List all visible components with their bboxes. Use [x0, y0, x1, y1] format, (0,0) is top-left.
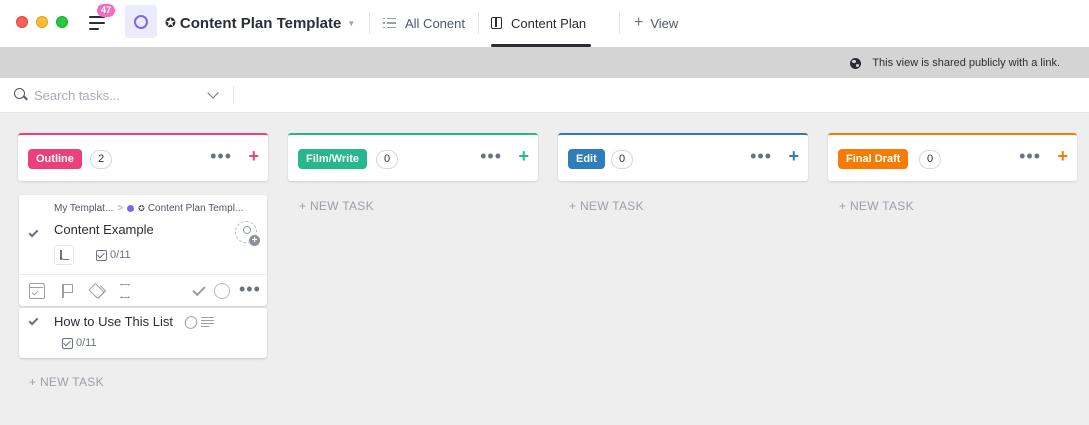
add-assignee-icon[interactable] — [235, 221, 260, 246]
breadcrumb-separator: > — [117, 203, 124, 214]
maximize-window-button[interactable] — [56, 16, 68, 28]
breadcrumb: My Templat... > ✪ Content Plan Templ... — [54, 203, 243, 214]
complete-check-icon[interactable] — [28, 227, 39, 238]
new-task-button[interactable]: + NEW TASK — [299, 199, 374, 213]
template-star-icon: ✪ — [138, 204, 145, 213]
space-color-dot — [127, 205, 135, 212]
mark-complete-icon[interactable] — [191, 283, 207, 299]
tab-all-content[interactable]: All Conent — [383, 12, 465, 34]
breadcrumb-folder[interactable]: Content Plan Templ... — [148, 203, 243, 214]
subtasks-icon[interactable] — [54, 245, 74, 265]
search-bar — [0, 78, 1089, 113]
complete-check-icon[interactable] — [28, 315, 39, 326]
board-column-edit: Edit 0 ••• + + NEW TASK — [558, 133, 808, 213]
divider — [233, 86, 234, 104]
tag-icon[interactable] — [87, 283, 105, 299]
checklist-icon — [62, 337, 73, 349]
template-star-icon: ✪ — [165, 15, 176, 30]
time-estimate-icon[interactable] — [119, 283, 131, 299]
add-task-icon[interactable]: + — [248, 147, 259, 165]
checklist-progress[interactable]: 0/11 — [62, 337, 97, 349]
add-view-button[interactable]: + View — [634, 12, 678, 34]
priority-flag-icon[interactable] — [60, 283, 76, 299]
new-task-button[interactable]: + NEW TASK — [569, 199, 644, 213]
status-tag: Outline — [28, 149, 82, 169]
breadcrumb-list[interactable]: My Templat... — [54, 203, 113, 214]
divider — [369, 12, 370, 34]
page-title: Content Plan Template — [179, 14, 342, 32]
card-action-bar: ••• — [19, 274, 267, 306]
add-task-icon[interactable]: + — [788, 147, 799, 165]
plus-icon: + — [634, 14, 644, 31]
status-tag: Film/Write — [298, 149, 367, 169]
tab-label: Content Plan — [511, 15, 587, 31]
column-header: Edit 0 ••• + — [558, 133, 808, 181]
checklist-count: 0/11 — [110, 249, 131, 261]
minimize-window-button[interactable] — [36, 16, 48, 28]
add-task-icon[interactable]: + — [518, 147, 529, 165]
task-name[interactable]: How to Use This List — [54, 314, 173, 329]
more-options-icon[interactable]: ••• — [480, 147, 502, 165]
task-count: 2 — [90, 150, 112, 169]
search-options-chevron-icon[interactable] — [207, 87, 219, 99]
description-icon — [201, 317, 214, 328]
more-options-icon[interactable]: ••• — [750, 147, 772, 165]
column-header: Outline 2 ••• + — [18, 133, 268, 181]
tab-label: All Conent — [405, 15, 465, 31]
checklist-icon — [96, 249, 107, 261]
status-tag: Final Draft — [838, 149, 909, 169]
more-options-icon[interactable]: ••• — [239, 280, 260, 298]
checklist-count: 0/11 — [76, 337, 97, 349]
search-icon — [14, 88, 25, 99]
board-column-final-draft: Final Draft 0 ••• + + NEW TASK — [828, 133, 1077, 213]
search-input[interactable] — [34, 86, 204, 104]
board-column-outline: Outline 2 ••• + My Templat... > ✪ Conten… — [18, 133, 268, 389]
notification-badge: 47 — [97, 4, 115, 17]
share-notice-text: This view is shared publicly with a link… — [872, 57, 1060, 69]
task-name[interactable]: Content Example — [54, 222, 154, 237]
more-options-icon[interactable]: ••• — [1019, 147, 1041, 165]
list-view-icon — [383, 17, 396, 29]
column-header: Film/Write 0 ••• + — [288, 133, 538, 181]
column-header: Final Draft 0 ••• + — [828, 133, 1077, 181]
status-tag: Edit — [568, 149, 605, 169]
share-notice: This view is shared publicly with a link… — [850, 57, 1060, 69]
public-share-banner: This view is shared publicly with a link… — [0, 47, 1089, 78]
tab-content-plan[interactable]: Content Plan — [491, 12, 586, 34]
page-title-dropdown[interactable]: ✪ Content Plan Template ▼ — [165, 12, 355, 34]
new-task-button[interactable]: + NEW TASK — [29, 375, 104, 389]
globe-icon — [850, 57, 862, 69]
status-circle-icon[interactable] — [214, 283, 230, 299]
space-icon[interactable] — [125, 5, 157, 38]
board-column-film-write: Film/Write 0 ••• + + NEW TASK — [288, 133, 538, 213]
checklist-progress[interactable]: 0/11 — [96, 249, 131, 261]
task-count: 0 — [919, 150, 941, 169]
chevron-down-icon: ▼ — [347, 18, 356, 28]
add-task-icon[interactable]: + — [1057, 147, 1068, 165]
board-view-icon — [491, 17, 502, 29]
more-options-icon[interactable]: ••• — [210, 147, 232, 165]
due-date-icon[interactable] — [29, 283, 45, 299]
top-bar: 47 ✪ Content Plan Template ▼ All Conent … — [0, 0, 1089, 47]
new-task-button[interactable]: + NEW TASK — [839, 199, 914, 213]
tab-label: View — [650, 15, 679, 31]
divider — [619, 12, 620, 34]
task-count: 0 — [611, 150, 633, 169]
task-count: 0 — [376, 150, 398, 169]
attachment-icon — [182, 313, 200, 332]
task-card[interactable]: My Templat... > ✪ Content Plan Templ... … — [19, 195, 267, 306]
close-window-button[interactable] — [16, 16, 28, 28]
task-card[interactable]: How to Use This List 0/11 — [19, 308, 267, 358]
divider — [478, 12, 479, 34]
